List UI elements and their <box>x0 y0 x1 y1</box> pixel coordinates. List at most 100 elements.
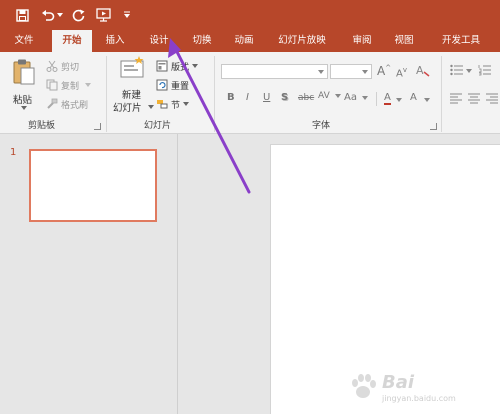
character-spacing-label: AV <box>318 91 330 101</box>
chevron-down-icon <box>334 94 341 98</box>
tab-insert[interactable]: 插入 <box>96 30 134 52</box>
decrease-font-size-button[interactable]: Av <box>396 66 407 79</box>
clear-formatting-icon: A <box>416 64 430 77</box>
svg-text:A: A <box>416 64 424 77</box>
chevron-down-icon[interactable] <box>424 98 430 102</box>
tab-developer[interactable]: 开发工具 <box>432 30 490 52</box>
layout-icon <box>156 60 168 72</box>
align-left-button[interactable] <box>450 93 462 107</box>
section-dropdown-icon[interactable] <box>183 102 190 106</box>
group-divider <box>441 56 442 132</box>
bullets-dropdown-icon[interactable] <box>466 69 472 73</box>
chevron-down-icon <box>318 70 324 74</box>
clear-formatting-button[interactable]: A <box>416 63 430 80</box>
copy-icon <box>46 79 58 91</box>
paw-logo-icon <box>352 374 376 398</box>
font-color-secondary-button[interactable]: A <box>410 92 417 103</box>
paste-label: 粘贴 <box>13 95 33 106</box>
layout-label: 版式 <box>171 62 190 73</box>
baidu-jingyan-watermark: Bai jingyan.baidu.com <box>348 370 496 408</box>
new-slide-label-line2: 幻灯片 <box>113 103 142 114</box>
paintbrush-icon <box>47 98 58 109</box>
reset-icon <box>156 79 168 91</box>
font-launcher-icon[interactable] <box>430 123 437 130</box>
tab-file[interactable]: 文件 <box>6 30 42 52</box>
change-case-label: Aa <box>344 92 357 103</box>
undo-icon[interactable] <box>40 6 56 24</box>
align-right-icon <box>486 93 498 104</box>
tab-home[interactable]: 开始 <box>52 30 92 52</box>
layout-dropdown-icon[interactable] <box>192 64 199 68</box>
ribbon-tab-bar: 文件 开始 插入 设计 切换 动画 幻灯片放映 审阅 视图 开发工具 <box>0 30 500 52</box>
start-from-beginning-icon[interactable] <box>95 6 113 24</box>
tab-animations[interactable]: 动画 <box>226 30 262 52</box>
group-divider <box>106 56 107 132</box>
group-divider <box>214 56 215 132</box>
format-painter-button[interactable]: 格式刷 <box>46 96 88 112</box>
bullets-button[interactable] <box>450 64 464 79</box>
reset-button[interactable]: 重置 <box>156 77 189 93</box>
align-center-icon <box>468 93 480 104</box>
copy-button[interactable]: 复制 <box>46 77 92 93</box>
format-painter-label: 格式刷 <box>61 100 89 111</box>
paste-dropdown-icon[interactable] <box>21 106 27 110</box>
underline-button[interactable]: U <box>263 92 270 103</box>
slide-number: 1 <box>10 147 17 158</box>
scissors-icon <box>46 60 58 72</box>
chevron-down-icon <box>362 70 368 74</box>
section-button[interactable]: 节 <box>156 96 190 112</box>
slide-thumbnail[interactable] <box>29 149 157 222</box>
font-color-label: A <box>410 92 417 103</box>
copy-dropdown-icon[interactable] <box>85 83 92 87</box>
change-case-button[interactable]: Aa <box>344 92 369 103</box>
reset-label: 重置 <box>171 81 190 92</box>
font-color-button[interactable]: A <box>384 92 391 105</box>
shrink-font-label: A <box>396 68 403 80</box>
new-slide-button[interactable]: 新建 幻灯片 <box>112 56 154 116</box>
chevron-down-icon <box>362 96 369 100</box>
text-shadow-button[interactable]: S <box>281 92 288 103</box>
font-color-dropdown-icon[interactable] <box>396 98 402 102</box>
save-icon[interactable] <box>14 6 30 24</box>
italic-button[interactable]: I <box>246 92 249 103</box>
tab-design[interactable]: 设计 <box>140 30 178 52</box>
clipboard-group-label: 剪贴板 <box>28 121 56 131</box>
tab-transitions[interactable]: 切换 <box>184 30 220 52</box>
font-name-dropdown[interactable] <box>221 64 328 79</box>
increase-font-size-button[interactable]: A^ <box>377 64 391 78</box>
numbering-button[interactable] <box>478 64 492 79</box>
slides-group-label: 幻灯片 <box>144 121 172 131</box>
section-icon <box>157 100 168 109</box>
bold-button[interactable]: B <box>227 92 235 103</box>
ribbon-home: 粘贴 剪切 复制 格式刷 剪贴板 新建 幻灯片 版式 重置 节 幻灯片 A^ A… <box>0 52 500 134</box>
align-left-icon <box>450 93 462 104</box>
tab-view[interactable]: 视图 <box>386 30 422 52</box>
character-spacing-button[interactable]: AV <box>318 91 341 101</box>
clipboard-launcher-icon[interactable] <box>94 123 101 130</box>
align-center-button[interactable] <box>468 93 480 107</box>
redo-icon[interactable] <box>70 6 86 24</box>
numbering-icon <box>478 65 491 76</box>
watermark-brand: Bai <box>382 372 415 393</box>
copy-label: 复制 <box>61 81 80 92</box>
paste-button[interactable]: 粘贴 <box>10 58 38 110</box>
layout-button[interactable]: 版式 <box>156 58 199 74</box>
section-label: 节 <box>171 100 181 111</box>
new-slide-dropdown-icon[interactable] <box>148 105 154 109</box>
undo-dropdown-icon[interactable] <box>57 6 63 24</box>
font-color-label: A <box>384 92 391 105</box>
align-right-button[interactable] <box>486 93 498 107</box>
cut-button[interactable]: 剪切 <box>46 58 79 74</box>
grow-font-label: A <box>377 64 386 78</box>
group-divider <box>376 92 377 106</box>
font-size-dropdown[interactable] <box>330 64 372 79</box>
title-bar <box>0 0 500 30</box>
tab-slideshow[interactable]: 幻灯片放映 <box>270 30 334 52</box>
cut-label: 剪切 <box>61 62 80 73</box>
customize-toolbar-icon[interactable] <box>122 6 132 24</box>
strikethrough-button[interactable]: abc <box>298 93 314 103</box>
paste-icon <box>13 59 35 85</box>
font-group-label: 字体 <box>312 121 331 131</box>
new-slide-label-line1: 新建 <box>122 90 142 101</box>
tab-review[interactable]: 审阅 <box>344 30 380 52</box>
